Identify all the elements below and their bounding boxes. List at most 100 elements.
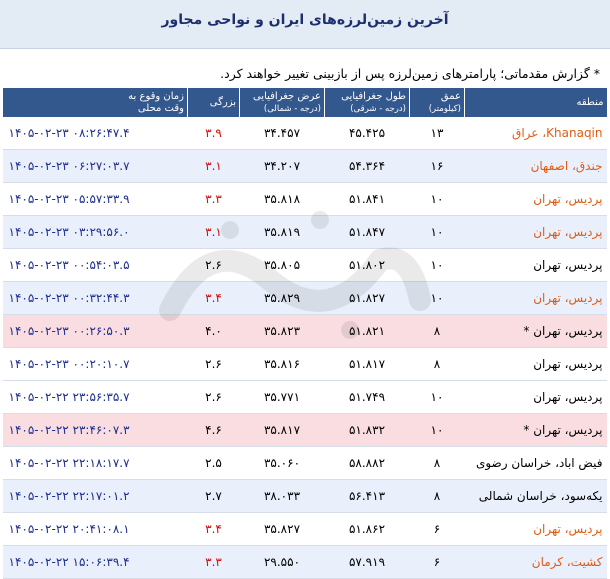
col-lon-header: طول جغرافیایی (درجه - شرقی) bbox=[324, 88, 410, 117]
magnitude-cell: ۳.۱ bbox=[187, 215, 240, 249]
table-row: پردیس، تهران ۱۰ ۵۱.۸۴۷ ۳۵.۸۱۹ ۳.۱ ۱۴۰۵-۰۲-۲۳ … bbox=[2, 215, 607, 249]
time-cell: ۱۴۰۵-۰۲-۲۲ ۲۲:۱۷:۰۱.۲ bbox=[2, 479, 188, 513]
magnitude-cell: ۳.۳ bbox=[187, 545, 240, 579]
table-row: پردیس، تهران ۱۰ ۵۱.۸۰۲ ۳۵.۸۰۵ ۲.۶ ۱۴۰۵-۰۲-۲۳ … bbox=[2, 248, 607, 282]
longitude-cell: ۵۱.۸۶۲ bbox=[324, 512, 410, 546]
page-title: آخرین زمین‌لرزه‌های ایران و نواحی مجاور bbox=[161, 12, 449, 28]
table-row: پردیس، تهران ۱۰ ۵۱.۸۲۷ ۳۵.۸۲۹ ۳.۴ ۱۴۰۵-۰۲-۲۳ … bbox=[2, 281, 607, 315]
longitude-cell: ۵۱.۸۲۱ bbox=[324, 314, 410, 348]
depth-cell: ۱۰ bbox=[409, 380, 465, 414]
latitude-cell: ۳۴.۲۰۷ bbox=[239, 149, 325, 183]
magnitude-cell: ۲.۶ bbox=[187, 380, 240, 414]
preliminary-note: * گزارش مقدماتی؛ پارامترهای زمین‌لرزه پس… bbox=[220, 66, 600, 81]
time-cell: ۱۴۰۵-۰۲-۲۲ ۲۲:۱۸:۱۷.۷ bbox=[2, 446, 188, 480]
latitude-cell: ۳۵.۸۰۵ bbox=[239, 248, 325, 282]
depth-cell: ۸ bbox=[409, 314, 465, 348]
time-cell: ۱۴۰۵-۰۲-۲۳ ۰۶:۲۷:۰۳.۷ bbox=[2, 149, 188, 183]
latitude-cell: ۳۵.۸۱۹ bbox=[239, 215, 325, 249]
magnitude-cell: ۲.۶ bbox=[187, 347, 240, 381]
depth-cell: ۸ bbox=[409, 446, 465, 480]
region-cell: پردیس، تهران bbox=[464, 347, 607, 381]
time-cell: ۱۴۰۵-۰۲-۲۲ ۲۳:۴۶:۰۷.۳ bbox=[2, 413, 188, 447]
region-cell: پردیس، تهران bbox=[464, 380, 607, 414]
region-cell: پردیس، تهران bbox=[464, 512, 607, 546]
magnitude-cell: ۲.۶ bbox=[187, 248, 240, 282]
magnitude-cell: ۲.۷ bbox=[187, 479, 240, 513]
longitude-cell: ۵۴.۳۶۴ bbox=[324, 149, 410, 183]
region-cell: یکه‌سود، خراسان شمالی bbox=[464, 479, 607, 513]
time-cell: ۱۴۰۵-۰۲-۲۳ ۰۰:۵۴:۰۳.۵ bbox=[2, 248, 188, 282]
magnitude-cell: ۳.۹ bbox=[187, 117, 240, 150]
time-cell: ۱۴۰۵-۰۲-۲۲ ۲۳:۵۶:۳۵.۷ bbox=[2, 380, 188, 414]
longitude-cell: ۴۵.۴۲۵ bbox=[324, 117, 410, 150]
magnitude-cell: ۳.۳ bbox=[187, 182, 240, 216]
table-header-row: منطقه عمق (کیلومتر) طول جغرافیایی (درجه - … bbox=[2, 88, 607, 117]
longitude-cell: ۵۱.۷۴۹ bbox=[324, 380, 410, 414]
table-row: پردیس، تهران * ۸ ۵۱.۸۲۱ ۳۵.۸۲۳ ۴.۰ ۱۴۰۵-۰۲-۲۳… bbox=[2, 314, 607, 348]
longitude-cell: ۵۸.۸۸۲ bbox=[324, 446, 410, 480]
time-cell: ۱۴۰۵-۰۲-۲۳ ۰۰:۲۰:۱۰.۷ bbox=[2, 347, 188, 381]
longitude-cell: ۵۱.۸۳۲ bbox=[324, 413, 410, 447]
longitude-cell: ۵۱.۸۴۱ bbox=[324, 182, 410, 216]
latitude-cell: ۳۵.۷۷۱ bbox=[239, 380, 325, 414]
table-row: فیض اباد، خراسان رضوی ۸ ۵۸.۸۸۲ ۳۵.۰۶۰ ۲.۵ ۱۴۰… bbox=[2, 446, 607, 480]
col-lat-header: عرض جغرافیایی (درجه - شمالی) bbox=[239, 88, 325, 117]
table-row: پردیس، تهران * ۱۰ ۵۱.۸۳۲ ۳۵.۸۱۷ ۴.۶ ۱۴۰۵-۰۲-۲… bbox=[2, 413, 607, 447]
latitude-cell: ۳۵.۸۱۶ bbox=[239, 347, 325, 381]
magnitude-cell: ۳.۱ bbox=[187, 149, 240, 183]
time-cell: ۱۴۰۵-۰۲-۲۲ ۱۵:۰۶:۳۹.۴ bbox=[2, 545, 188, 579]
table-row: جندق، اصفهان ۱۶ ۵۴.۳۶۴ ۳۴.۲۰۷ ۳.۱ ۱۴۰۵-۰۲-۲۳ … bbox=[2, 149, 607, 183]
table-row: Khanaqin، عراق ۱۳ ۴۵.۴۲۵ ۳۴.۴۵۷ ۳.۹ ۱۴۰۵-۰۲-۲… bbox=[2, 117, 607, 150]
depth-cell: ۸ bbox=[409, 347, 465, 381]
table-row: یکه‌سود، خراسان شمالی ۸ ۵۶.۴۱۳ ۳۸.۰۳۳ ۲.۷ ۱۴۰… bbox=[2, 479, 607, 513]
latitude-cell: ۳۴.۴۵۷ bbox=[239, 117, 325, 150]
longitude-cell: ۵۱.۸۱۷ bbox=[324, 347, 410, 381]
latitude-cell: ۳۸.۰۳۳ bbox=[239, 479, 325, 513]
depth-cell: ۸ bbox=[409, 479, 465, 513]
longitude-cell: ۵۱.۸۴۷ bbox=[324, 215, 410, 249]
region-cell: پردیس، تهران * bbox=[464, 413, 607, 447]
table-row: کشیت، کرمان ۶ ۵۷.۹۱۹ ۲۹.۵۵۰ ۳.۳ ۱۴۰۵-۰۲-۲۲ ۱۵… bbox=[2, 545, 607, 579]
page-header: آخرین زمین‌لرزه‌های ایران و نواحی مجاور bbox=[0, 0, 610, 49]
magnitude-cell: ۴.۰ bbox=[187, 314, 240, 348]
longitude-cell: ۵۷.۹۱۹ bbox=[324, 545, 410, 579]
depth-cell: ۶ bbox=[409, 545, 465, 579]
region-cell: Khanaqin، عراق bbox=[464, 117, 607, 150]
region-cell: پردیس، تهران bbox=[464, 182, 607, 216]
latitude-cell: ۳۵.۸۱۷ bbox=[239, 413, 325, 447]
col-time-header: زمان وقوع به وقت محلی bbox=[2, 88, 188, 117]
time-cell: ۱۴۰۵-۰۲-۲۳ ۰۵:۵۷:۳۳.۹ bbox=[2, 182, 188, 216]
depth-cell: ۱۰ bbox=[409, 248, 465, 282]
region-cell: فیض اباد، خراسان رضوی bbox=[464, 446, 607, 480]
col-region-header: منطقه bbox=[464, 88, 607, 117]
region-cell: کشیت، کرمان bbox=[464, 545, 607, 579]
longitude-cell: ۵۱.۸۲۷ bbox=[324, 281, 410, 315]
time-cell: ۱۴۰۵-۰۲-۲۳ ۰۰:۲۶:۵۰.۳ bbox=[2, 314, 188, 348]
region-cell: پردیس، تهران * bbox=[464, 314, 607, 348]
depth-cell: ۱۳ bbox=[409, 117, 465, 150]
region-cell: پردیس، تهران bbox=[464, 281, 607, 315]
depth-cell: ۱۰ bbox=[409, 182, 465, 216]
depth-cell: ۱۰ bbox=[409, 413, 465, 447]
earthquake-table: منطقه عمق (کیلومتر) طول جغرافیایی (درجه - … bbox=[2, 88, 607, 579]
depth-cell: ۱۰ bbox=[409, 215, 465, 249]
longitude-cell: ۵۶.۴۱۳ bbox=[324, 479, 410, 513]
magnitude-cell: ۲.۵ bbox=[187, 446, 240, 480]
time-cell: ۱۴۰۵-۰۲-۲۳ ۰۳:۲۹:۵۶.۰ bbox=[2, 215, 188, 249]
table-row: پردیس، تهران ۱۰ ۵۱.۷۴۹ ۳۵.۷۷۱ ۲.۶ ۱۴۰۵-۰۲-۲۲ … bbox=[2, 380, 607, 414]
region-cell: پردیس، تهران bbox=[464, 215, 607, 249]
col-mag-header: بزرگی bbox=[187, 88, 240, 117]
depth-cell: ۶ bbox=[409, 512, 465, 546]
magnitude-cell: ۳.۴ bbox=[187, 512, 240, 546]
depth-cell: ۱۰ bbox=[409, 281, 465, 315]
table-row: پردیس، تهران ۶ ۵۱.۸۶۲ ۳۵.۸۲۷ ۳.۴ ۱۴۰۵-۰۲-۲۲ ۲… bbox=[2, 512, 607, 546]
col-depth-header: عمق (کیلومتر) bbox=[409, 88, 465, 117]
table-row: پردیس، تهران ۸ ۵۱.۸۱۷ ۳۵.۸۱۶ ۲.۶ ۱۴۰۵-۰۲-۲۳ ۰… bbox=[2, 347, 607, 381]
time-cell: ۱۴۰۵-۰۲-۲۲ ۲۰:۴۱:۰۸.۱ bbox=[2, 512, 188, 546]
time-cell: ۱۴۰۵-۰۲-۲۳ ۰۰:۳۲:۴۴.۳ bbox=[2, 281, 188, 315]
region-cell: جندق، اصفهان bbox=[464, 149, 607, 183]
time-cell: ۱۴۰۵-۰۲-۲۳ ۰۸:۲۶:۴۷.۴ bbox=[2, 117, 188, 150]
latitude-cell: ۳۵.۸۲۹ bbox=[239, 281, 325, 315]
magnitude-cell: ۳.۴ bbox=[187, 281, 240, 315]
latitude-cell: ۳۵.۰۶۰ bbox=[239, 446, 325, 480]
